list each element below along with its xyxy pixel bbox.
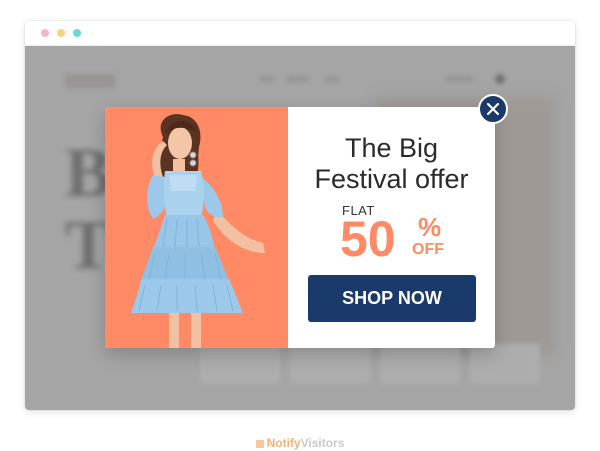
popup-headline: The Big Festival offer [288, 133, 495, 195]
close-popup-button[interactable] [478, 94, 508, 124]
brand-name-part2: Visitors [300, 436, 345, 450]
popup-content-panel: The Big Festival offer FLAT 50 % OFF SHO… [288, 107, 495, 348]
popup-image-panel [105, 107, 288, 348]
window-minimize-dot[interactable] [57, 29, 65, 37]
brand-logo-icon [255, 440, 264, 448]
headline-line-1: The Big [344, 133, 439, 163]
model-image [131, 114, 265, 348]
brand-name-part1: Notify [266, 436, 301, 450]
window-close-dot[interactable] [41, 29, 49, 37]
off-label: OFF [412, 241, 444, 258]
percent-sign: % [418, 212, 442, 242]
shop-now-button[interactable]: SHOP NOW [308, 275, 476, 322]
brand-footer: NotifyVisitors [0, 435, 600, 451]
window-maximize-dot[interactable] [73, 29, 81, 37]
promo-popup: The Big Festival offer FLAT 50 % OFF SHO… [105, 107, 495, 348]
headline-line-2: Festival offer [314, 164, 469, 194]
discount-value: 50 [340, 211, 396, 267]
browser-titlebar [25, 21, 575, 46]
close-icon [487, 103, 499, 115]
